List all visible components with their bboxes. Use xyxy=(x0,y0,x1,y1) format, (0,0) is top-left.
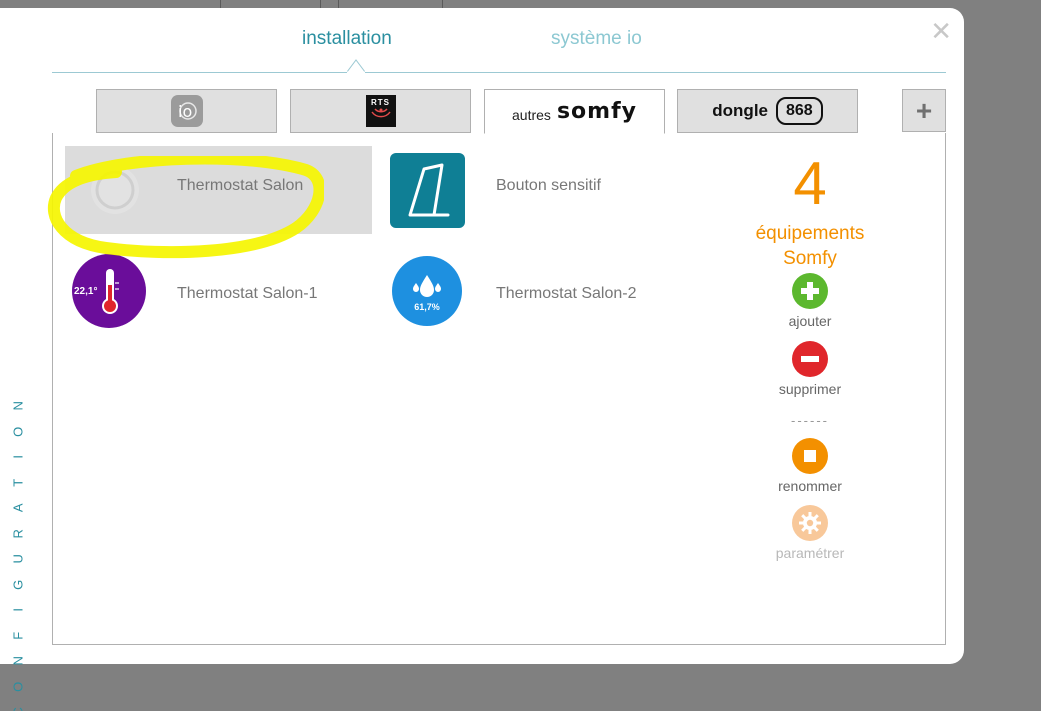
stop-circle-icon xyxy=(792,438,828,474)
sidebar-letter: O xyxy=(10,426,26,437)
autres-label: autres xyxy=(512,106,551,123)
gear-icon xyxy=(792,505,828,541)
sidebar-letter: N xyxy=(10,656,26,666)
sidebar-letter: R xyxy=(10,528,26,538)
sidebar-letter: I xyxy=(10,607,26,612)
sidebar-letter: F xyxy=(10,631,26,640)
thermometer-icon: 22,1° xyxy=(72,254,146,328)
somfy-logo: somfy xyxy=(556,99,637,124)
add-button[interactable]: ajouter xyxy=(750,273,870,329)
add-protocol-button[interactable]: + xyxy=(902,89,946,132)
device-item-thermostat-salon-2[interactable]: 61,7% Thermostat Salon-2 xyxy=(386,246,686,334)
sidebar-configuration-label[interactable]: N O I T A R U G I F N O C xyxy=(8,393,28,711)
device-name: Bouton sensitif xyxy=(496,177,601,194)
sidebar-letter: U xyxy=(10,554,26,564)
delete-label: supprimer xyxy=(778,381,842,397)
tab-systeme-io[interactable]: système io xyxy=(551,28,642,50)
device-item-thermostat-salon[interactable]: Thermostat Salon xyxy=(65,146,372,234)
minus-circle-icon xyxy=(792,341,828,377)
sidebar-letter: O xyxy=(10,681,26,692)
active-tab-caret-icon xyxy=(347,59,365,73)
sidebar-letter: T xyxy=(10,478,26,487)
rename-label: renommer xyxy=(778,478,842,494)
device-count-label: équipements Somfy xyxy=(740,221,880,271)
settings-label: paramétrer xyxy=(775,545,845,561)
thermostat-blank-icon xyxy=(91,166,139,214)
plus-circle-icon xyxy=(792,273,828,309)
rts-label: RTS xyxy=(371,98,390,107)
rts-icon: RTS xyxy=(365,95,396,127)
device-count: 4 xyxy=(793,150,827,217)
tab-io[interactable]: io xyxy=(96,89,277,133)
device-name: Thermostat Salon xyxy=(177,177,304,194)
configuration-dialog: ✕ installation système io io RTS autres … xyxy=(0,8,964,711)
actions-separator: ------ xyxy=(791,413,829,428)
settings-button[interactable]: paramétrer xyxy=(750,505,870,561)
plus-icon: + xyxy=(915,94,933,126)
device-item-bouton-sensitif[interactable]: Bouton sensitif xyxy=(386,146,686,234)
dongle-868-badge: 868 xyxy=(776,97,823,125)
sidebar-letter: N xyxy=(10,401,26,411)
add-label: ajouter xyxy=(788,313,832,329)
tab-autres-somfy[interactable]: autres somfy xyxy=(484,89,665,134)
device-name: Thermostat Salon-1 xyxy=(177,285,318,302)
humidity-icon: 61,7% xyxy=(392,256,462,326)
sidebar-letter: I xyxy=(10,454,26,459)
delete-button[interactable]: supprimer xyxy=(750,341,870,397)
temperature-reading: 22,1° xyxy=(74,286,97,297)
close-icon[interactable]: ✕ xyxy=(930,18,952,44)
sidebar-letter: C xyxy=(5,702,31,711)
tab-dongle[interactable]: dongle 868 xyxy=(677,89,858,133)
humidity-reading: 61,7% xyxy=(414,302,440,312)
io-label: io xyxy=(178,102,192,121)
touch-button-icon xyxy=(390,153,465,228)
tab-rts[interactable]: RTS xyxy=(290,89,471,133)
sidebar-letter: A xyxy=(10,503,26,513)
device-count-label-line1: équipements xyxy=(755,223,865,244)
device-name: Thermostat Salon-2 xyxy=(496,285,637,302)
device-item-thermostat-salon-1[interactable]: 22,1° Thermostat Salon-1 xyxy=(65,246,372,334)
device-count-label-line2: Somfy xyxy=(783,248,837,269)
sidebar-letter: G xyxy=(10,579,26,590)
rename-button[interactable]: renommer xyxy=(750,438,870,494)
tab-installation[interactable]: installation xyxy=(302,28,392,50)
io-icon: io xyxy=(170,95,203,127)
header-divider xyxy=(52,72,946,73)
dongle-label: dongle xyxy=(712,101,768,120)
